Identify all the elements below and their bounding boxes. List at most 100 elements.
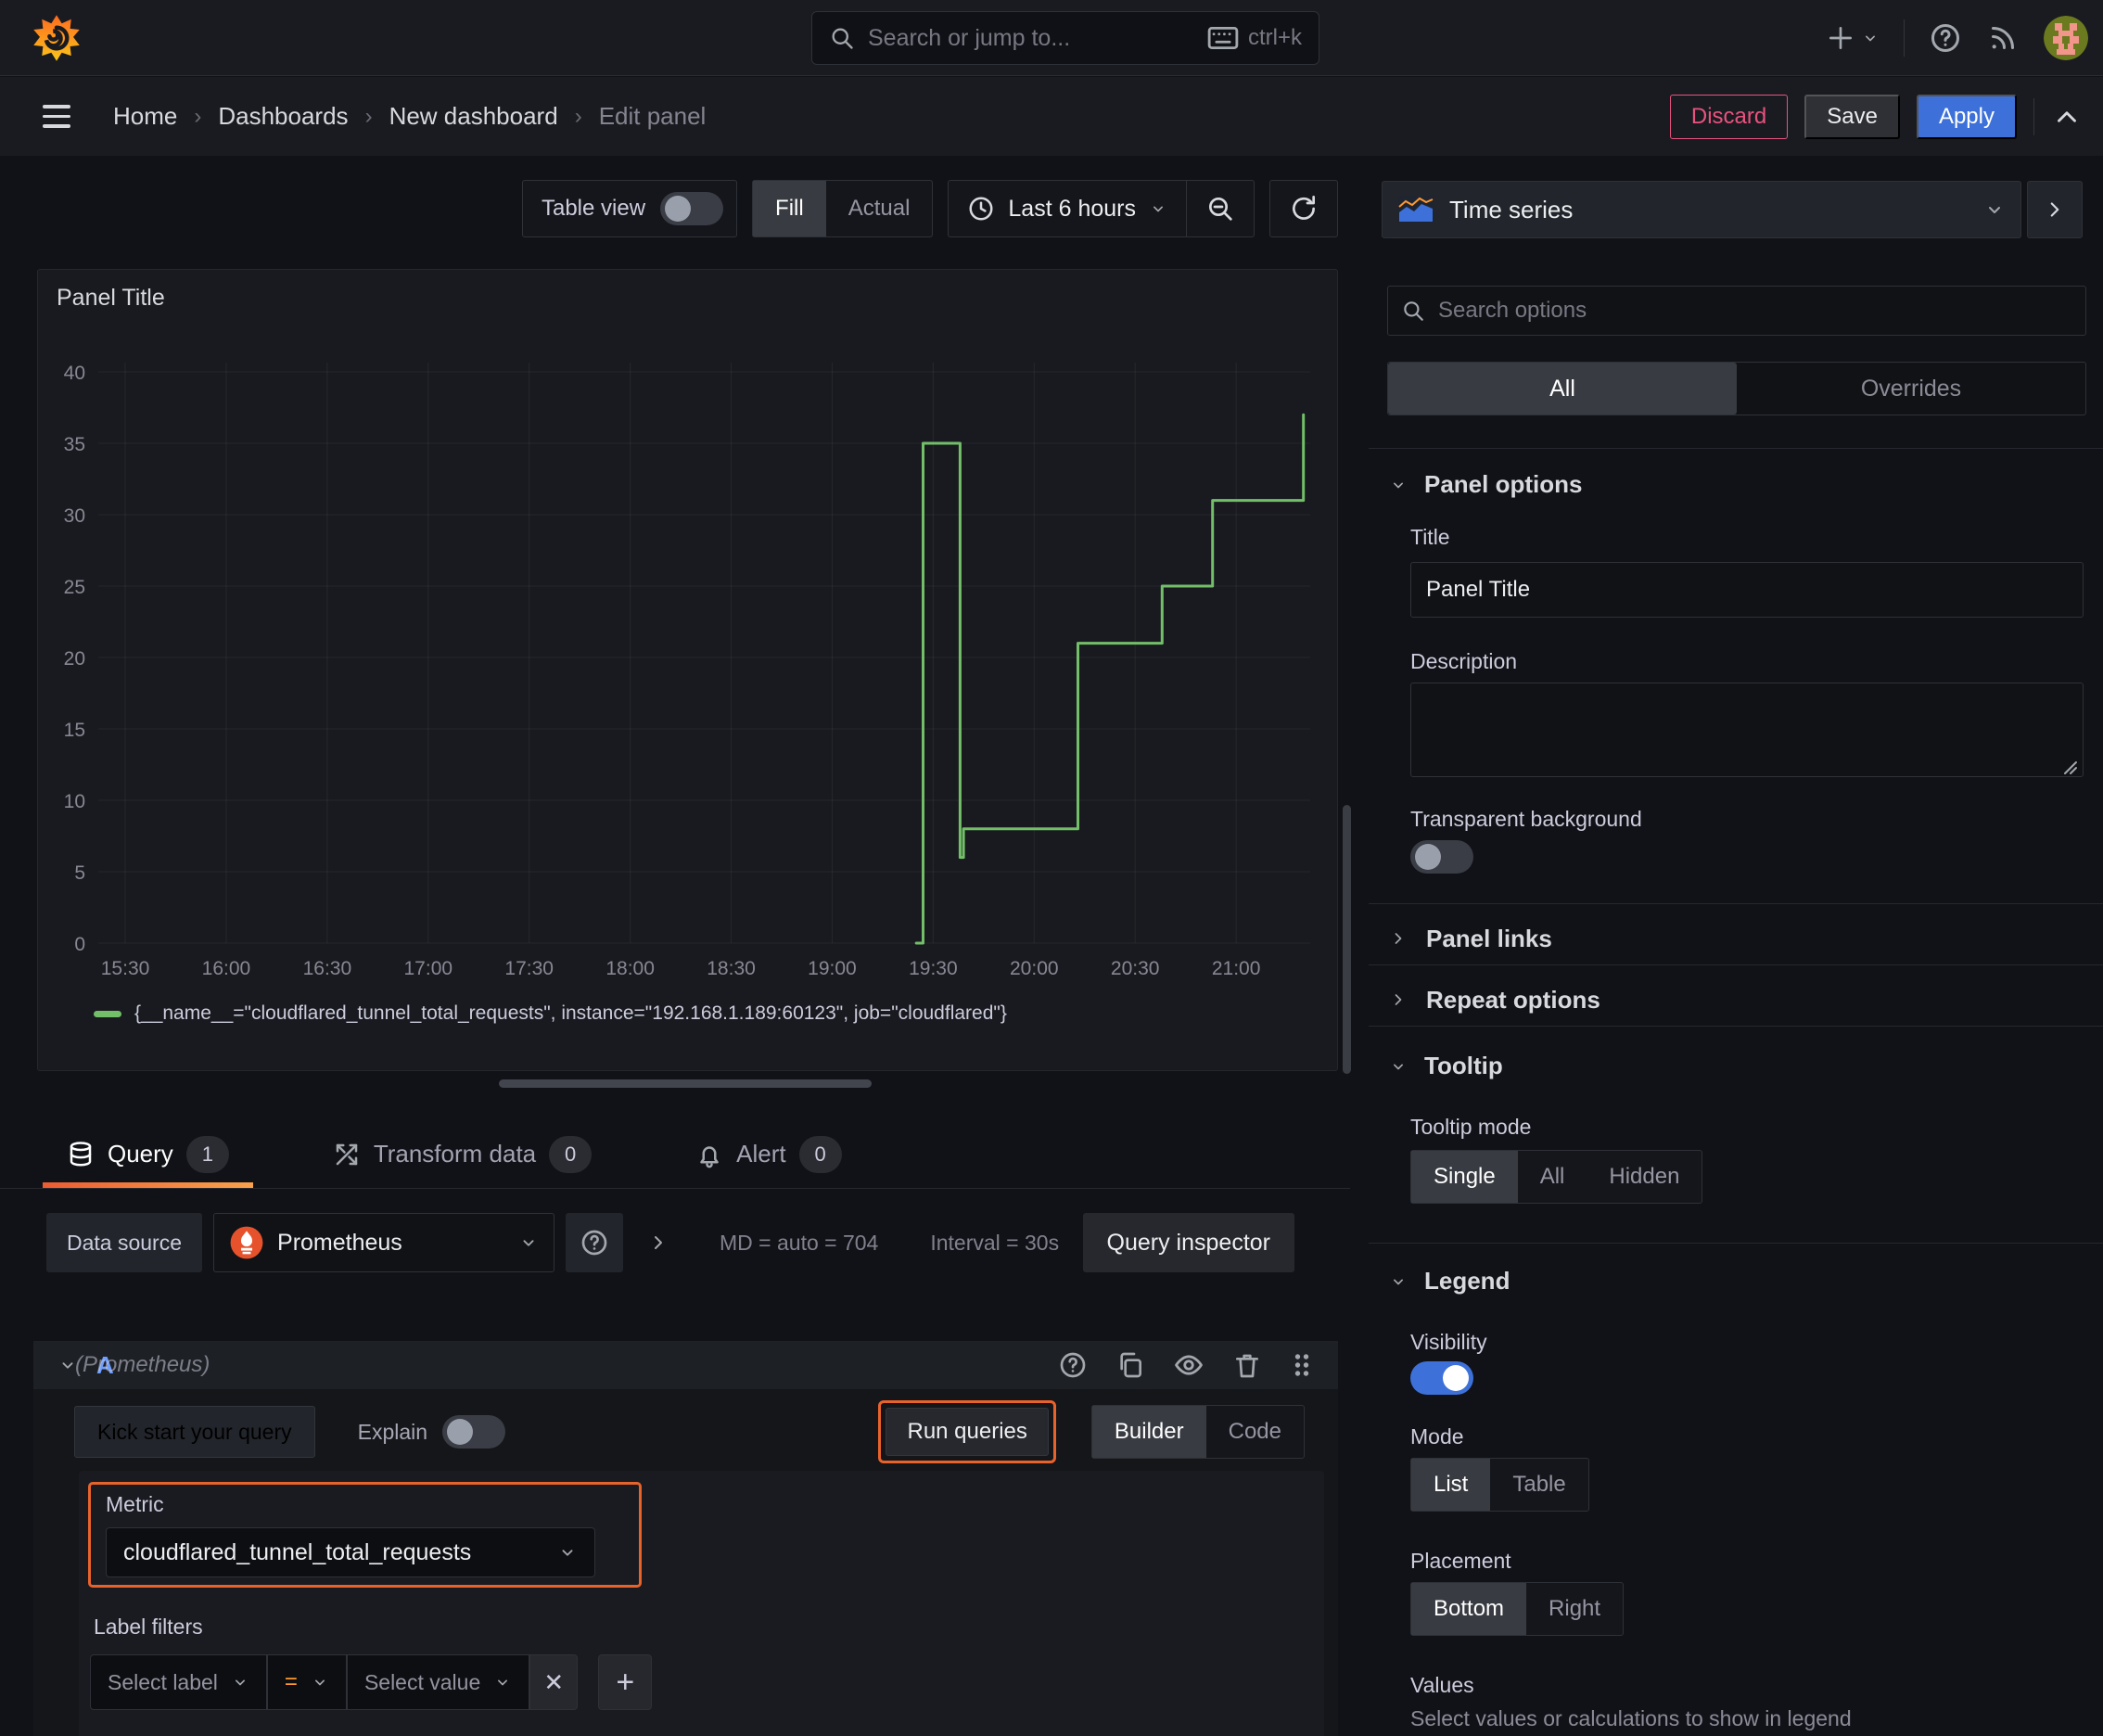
help-icon[interactable] (1058, 1350, 1088, 1380)
transparent-background-toggle[interactable] (1410, 840, 1473, 874)
panel-preview[interactable]: Panel Title 0 5 10 15 20 25 30 35 40 15:30 16:00 16… (37, 269, 1338, 1071)
datasource-label: Data source (46, 1213, 203, 1272)
query-header-row[interactable]: A (Prometheus) (33, 1341, 1338, 1389)
svg-text:21:00: 21:00 (1212, 958, 1261, 979)
datasource-picker[interactable]: Prometheus (213, 1213, 555, 1272)
news-button[interactable] (1986, 21, 2020, 55)
chevron-down-icon (518, 1232, 539, 1253)
breadcrumb-new-dashboard[interactable]: New dashboard (389, 102, 558, 131)
datasource-help-button[interactable] (566, 1213, 624, 1272)
legend-placement-label: Placement (1410, 1549, 1511, 1573)
select-value-dropdown[interactable]: Select value (346, 1654, 530, 1710)
tooltip-mode-hidden[interactable]: Hidden (1587, 1151, 1702, 1203)
search-icon (1401, 299, 1425, 323)
grafana-logo[interactable] (32, 13, 82, 63)
drag-handle-icon[interactable] (1290, 1351, 1314, 1379)
zoom-out-button[interactable] (1186, 181, 1254, 236)
section-legend[interactable]: Legend (1389, 1267, 1510, 1296)
metric-highlight: Metric cloudflared_tunnel_total_requests (88, 1482, 642, 1588)
tooltip-mode-single[interactable]: Single (1411, 1151, 1518, 1203)
delete-query-icon[interactable] (1232, 1350, 1262, 1380)
tab-alert[interactable]: Alert 0 (671, 1120, 865, 1188)
toggle-viz-picker-button[interactable] (2027, 181, 2083, 238)
chevron-right-icon[interactable] (647, 1232, 669, 1254)
section-tooltip[interactable]: Tooltip (1389, 1052, 1503, 1080)
tab-transform-data[interactable]: Transform data 0 (309, 1120, 616, 1188)
save-button[interactable]: Save (1804, 94, 1900, 139)
legend-mode-table[interactable]: Table (1490, 1459, 1587, 1511)
tooltip-mode-label: Tooltip mode (1410, 1115, 1532, 1139)
breadcrumb-dashboards[interactable]: Dashboards (218, 102, 348, 131)
discard-button[interactable]: Discard (1669, 94, 1789, 139)
avatar[interactable] (2044, 16, 2088, 60)
legend-mode-label: Mode (1410, 1424, 1464, 1449)
legend-placement-bottom[interactable]: Bottom (1411, 1583, 1527, 1635)
datasource-row: Data source Prometheus MD = auto = 704 I… (46, 1213, 1338, 1272)
options-search-input[interactable]: Search options (1387, 286, 2086, 336)
tooltip-mode-all[interactable]: All (1518, 1151, 1587, 1203)
search-input[interactable]: Search or jump to... ctrl+k (811, 11, 1319, 65)
legend-values-label: Values (1410, 1673, 1474, 1697)
query-editor-card: A (Prometheus) Kick start your query Exp… (33, 1341, 1338, 1736)
run-queries-button[interactable]: Run queries (886, 1408, 1049, 1456)
chart-legend[interactable]: {__name__="cloudflared_tunnel_total_requ… (94, 1002, 1007, 1025)
legend-mode-list[interactable]: List (1411, 1459, 1491, 1511)
new-button[interactable] (1826, 23, 1880, 53)
search-shortcut: ctrl+k (1247, 25, 1302, 50)
series-color-marker (94, 1010, 121, 1017)
svg-text:19:30: 19:30 (909, 958, 958, 979)
legend-visibility-toggle[interactable] (1410, 1361, 1473, 1395)
resize-handle-icon[interactable] (2059, 757, 2078, 775)
fill-option[interactable]: Fill (753, 181, 826, 236)
time-range-picker[interactable]: Last 6 hours (949, 181, 1186, 236)
collapse-options-button[interactable] (2051, 101, 2083, 133)
table-view-toggle[interactable] (660, 192, 724, 225)
remove-filter-button[interactable]: ✕ (529, 1654, 579, 1710)
section-panel-options[interactable]: Panel options (1389, 470, 1582, 499)
table-view-label: Table view (541, 196, 646, 221)
breadcrumb-home[interactable]: Home (113, 102, 177, 131)
builder-option[interactable]: Builder (1091, 1406, 1206, 1458)
chevron-right-icon: › (574, 103, 582, 129)
legend-placement-right[interactable]: Right (1526, 1583, 1623, 1635)
time-range-label: Last 6 hours (1008, 195, 1136, 222)
pane-resize-handle[interactable] (499, 1079, 872, 1088)
apply-button[interactable]: Apply (1916, 94, 2017, 139)
svg-text:35: 35 (64, 434, 85, 455)
duplicate-query-icon[interactable] (1115, 1350, 1145, 1380)
tab-overrides[interactable]: Overrides (1737, 363, 2085, 415)
panel-links-section[interactable]: Panel links (1389, 916, 1552, 961)
series-label: {__name__="cloudflared_tunnel_total_requ… (134, 1002, 1007, 1024)
toggle-visibility-icon[interactable] (1173, 1349, 1204, 1381)
tab-all[interactable]: All (1388, 363, 1737, 415)
refresh-button[interactable] (1270, 181, 1337, 236)
menu-icon[interactable] (43, 105, 70, 128)
query-toolbar: Kick start your query Explain Run querie… (33, 1400, 1338, 1463)
metric-label: Metric (106, 1492, 164, 1516)
svg-text:25: 25 (64, 577, 85, 598)
repeat-options-section[interactable]: Repeat options (1389, 977, 1600, 1022)
tab-query[interactable]: Query 1 (43, 1120, 253, 1188)
svg-text:17:30: 17:30 (504, 958, 554, 979)
visualization-picker[interactable]: Time series (1382, 181, 2021, 238)
chevron-down-icon (1389, 476, 1408, 494)
divider (1369, 1026, 2103, 1027)
explain-label: Explain (357, 1419, 428, 1444)
code-option[interactable]: Code (1206, 1406, 1304, 1458)
explain-toggle[interactable] (442, 1415, 506, 1449)
metric-select[interactable]: cloudflared_tunnel_total_requests (106, 1527, 595, 1577)
query-inspector-button[interactable]: Query inspector (1082, 1213, 1294, 1272)
transparent-background-label: Transparent background (1410, 807, 1642, 831)
actual-option[interactable]: Actual (826, 181, 933, 236)
svg-text:18:30: 18:30 (707, 958, 756, 979)
kick-start-button[interactable]: Kick start your query (74, 1406, 315, 1458)
panel-title-input[interactable] (1410, 562, 2084, 618)
help-button[interactable] (1929, 21, 1962, 55)
refresh-icon (1289, 194, 1319, 223)
scrollbar-thumb[interactable] (1343, 805, 1351, 1074)
description-textarea[interactable] (1410, 683, 2084, 777)
select-label-dropdown[interactable]: Select label (90, 1654, 267, 1710)
operator-dropdown[interactable]: = (266, 1654, 347, 1710)
svg-text:20:00: 20:00 (1010, 958, 1059, 979)
add-filter-button[interactable]: + (598, 1654, 653, 1710)
